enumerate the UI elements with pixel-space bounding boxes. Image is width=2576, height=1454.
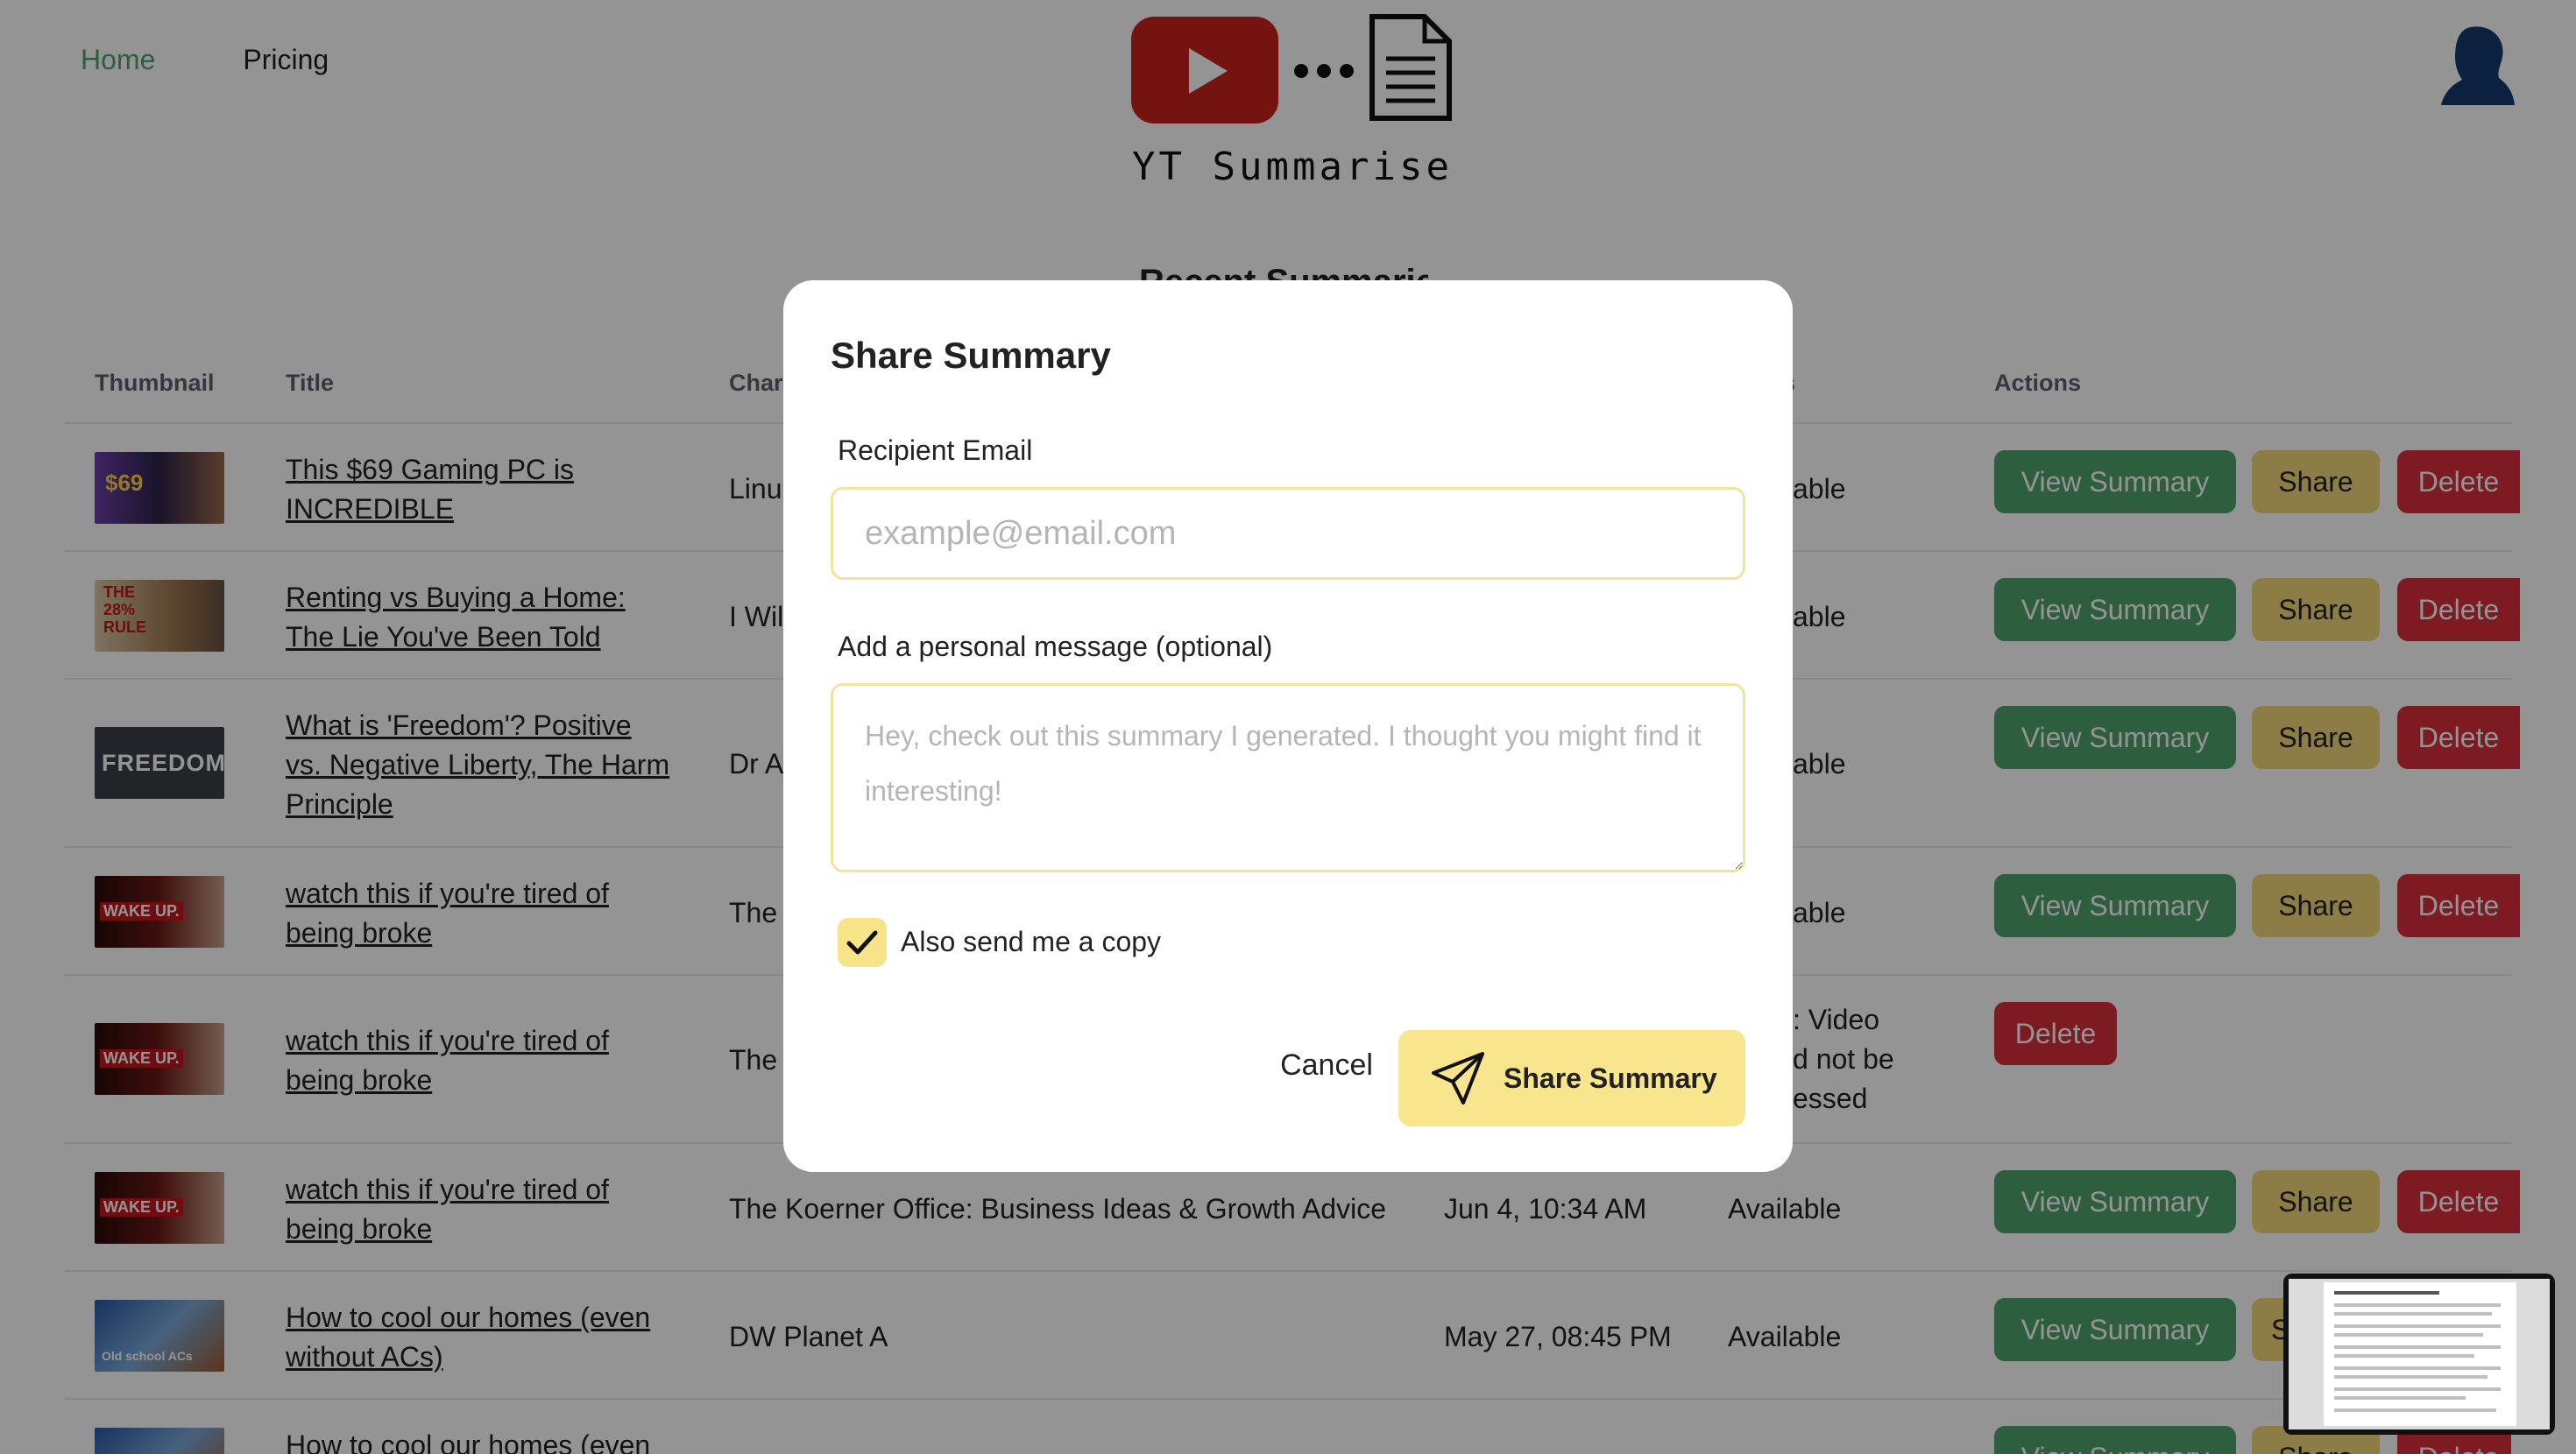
recipient-email-input[interactable] (831, 487, 1745, 580)
preview-thumbnail[interactable] (2283, 1274, 2555, 1435)
cancel-button[interactable]: Cancel (1239, 1032, 1414, 1098)
send-copy-checkbox[interactable] (838, 918, 887, 967)
page: Home Pricing YT Summarise Recent Summari… (0, 0, 2576, 1454)
share-summary-modal: Share Summary Recipient Email Add a pers… (783, 280, 1793, 1172)
share-summary-button[interactable]: Share Summary (1398, 1030, 1745, 1126)
send-copy-label[interactable]: Also send me a copy (901, 926, 1161, 958)
recipient-email-label: Recipient Email (838, 434, 1033, 466)
personal-message-label: Add a personal message (optional) (838, 631, 1273, 662)
personal-message-textarea[interactable] (831, 683, 1745, 872)
send-icon (1432, 1052, 1484, 1105)
modal-title: Share Summary (831, 335, 1111, 376)
share-summary-label: Share Summary (1504, 1062, 1717, 1094)
checkmark-icon (846, 930, 878, 955)
preview-document (2324, 1282, 2516, 1426)
